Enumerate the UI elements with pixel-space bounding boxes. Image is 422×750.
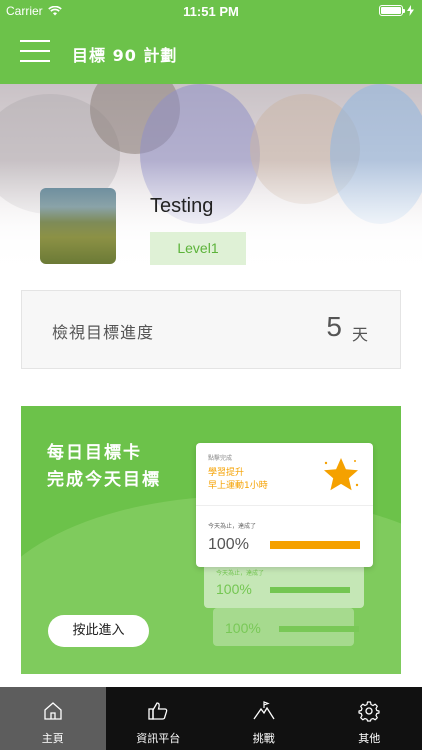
profile-header: Testing Level1 (0, 84, 422, 280)
goal-card-preview-back: 100% (213, 608, 359, 646)
home-icon (44, 702, 62, 720)
battery-icon (379, 5, 405, 16)
avatar[interactable] (40, 188, 116, 264)
tab-label: 主頁 (41, 732, 64, 745)
status-bar: Carrier 11:51 PM (0, 0, 422, 22)
page-title: 目標 90 計劃 (72, 46, 178, 65)
progress-days-unit: 天 (351, 325, 368, 344)
progress-label: 檢視目標進度 (52, 323, 155, 342)
charging-icon (407, 5, 414, 16)
tab-home[interactable]: 主頁 (0, 687, 106, 750)
daily-goal-banner: 每日目標卡 完成今天目標 100% 今天為止，達成了 100% 點擊完成 學習提… (21, 406, 401, 674)
goal-card-sub-label: 今天為止，達成了 (208, 523, 257, 530)
status-time: 11:51 PM (183, 4, 239, 19)
tab-label: 資訊平台 (136, 732, 181, 745)
tab-label: 挑戰 (252, 732, 275, 745)
status-right (379, 5, 414, 16)
tab-bar: 主頁 資訊平台 挑戰 其他 (0, 687, 422, 750)
thumbs-up-icon (148, 702, 168, 720)
goal-card-preview: 點擊完成 學習提升 早上運動1小時 今天為止，達成了 100% (196, 443, 373, 567)
tab-challenge[interactable]: 挑戰 (211, 687, 317, 750)
tab-info-platform[interactable]: 資訊平台 (106, 687, 212, 750)
mountain-icon (253, 701, 275, 720)
tab-other[interactable]: 其他 (317, 687, 422, 750)
daily-goal-title: 每日目標卡 完成今天目標 (47, 443, 161, 490)
progress-days-value: 5 (326, 311, 342, 342)
goal-progress-card[interactable]: 檢視目標進度 5 天 (21, 290, 401, 369)
level-badge: Level1 (150, 232, 246, 265)
enter-button[interactable]: 按此進入 (48, 615, 149, 647)
goal-card-preview-middle: 今天為止，達成了 100% (204, 564, 364, 608)
gear-icon (358, 701, 380, 722)
user-name: Testing (150, 195, 214, 217)
goal-card-progress-bar (270, 541, 360, 549)
tab-label: 其他 (358, 732, 381, 745)
goal-card-percent: 100% (208, 536, 249, 553)
goal-card-goal: 學習提升 早上運動1小時 (208, 468, 268, 491)
menu-button[interactable] (20, 40, 52, 64)
goal-card-tag: 點擊完成 (208, 455, 233, 462)
star-icon (324, 458, 359, 491)
nav-bar: 目標 90 計劃 (0, 22, 422, 84)
